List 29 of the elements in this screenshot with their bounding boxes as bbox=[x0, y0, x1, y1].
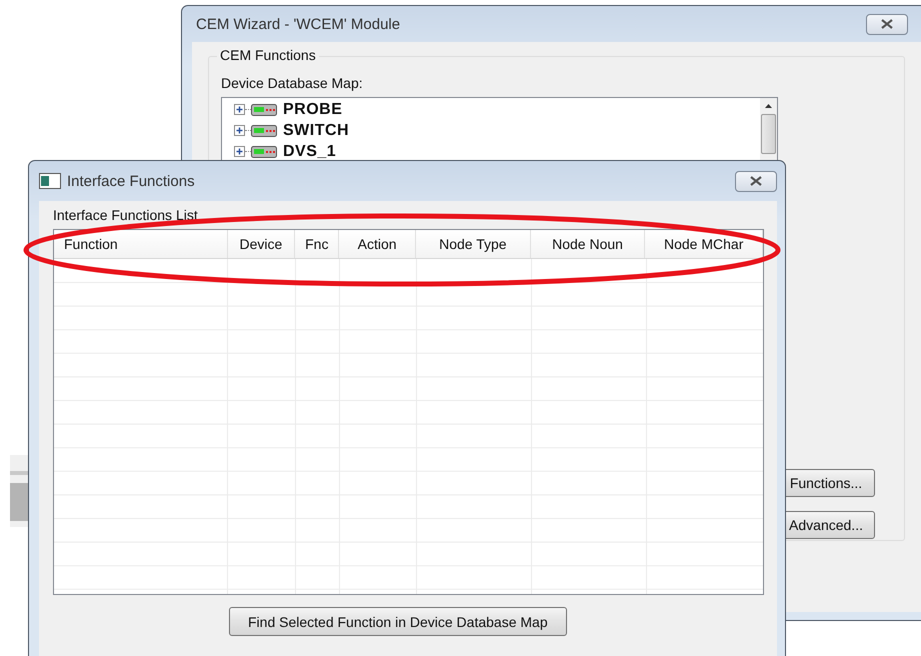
group-title: CEM Functions bbox=[217, 47, 319, 63]
close-icon bbox=[881, 19, 893, 29]
column-header[interactable]: Action bbox=[339, 230, 416, 258]
device-icon bbox=[251, 124, 277, 138]
window-icon bbox=[39, 173, 61, 189]
expand-icon[interactable] bbox=[234, 125, 245, 136]
functions-list[interactable]: Function Device Fnc Action Node Type Node Noun Node MChar bbox=[53, 229, 764, 595]
column-header[interactable]: Function bbox=[54, 230, 228, 258]
column-header[interactable]: Device bbox=[228, 230, 296, 258]
close-icon bbox=[750, 176, 762, 186]
device-icon bbox=[251, 144, 277, 158]
list-label: Interface Functions List bbox=[53, 207, 199, 223]
column-header[interactable]: Node Noun bbox=[530, 230, 646, 258]
tree-item[interactable]: DVS_1 bbox=[283, 142, 336, 160]
window-title: Interface Functions bbox=[67, 172, 196, 190]
column-header[interactable]: Node MChar bbox=[645, 230, 763, 258]
expand-icon[interactable] bbox=[234, 104, 245, 115]
window-title: CEM Wizard - 'WCEM' Module bbox=[196, 16, 402, 32]
expand-icon[interactable] bbox=[234, 146, 245, 157]
device-icon bbox=[251, 102, 277, 116]
tree-item[interactable]: SWITCH bbox=[283, 122, 350, 140]
column-header[interactable]: Fnc bbox=[295, 230, 340, 258]
scroll-thumb[interactable] bbox=[761, 114, 776, 154]
find-button[interactable]: Find Selected Function in Device Database Map bbox=[229, 607, 567, 636]
close-button[interactable] bbox=[866, 14, 908, 34]
close-button[interactable] bbox=[735, 170, 777, 192]
tree-item[interactable]: PROBE bbox=[283, 100, 342, 118]
column-header[interactable]: Node Type bbox=[416, 230, 531, 258]
tree-label: Device Database Map: bbox=[221, 75, 364, 91]
